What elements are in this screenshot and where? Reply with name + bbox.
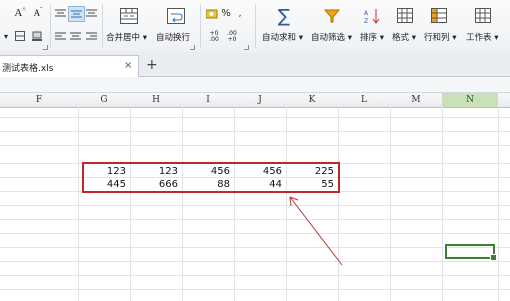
- annotation-arrow: [289, 196, 343, 266]
- fill-handle[interactable]: [490, 254, 497, 261]
- active-cell[interactable]: [445, 244, 497, 261]
